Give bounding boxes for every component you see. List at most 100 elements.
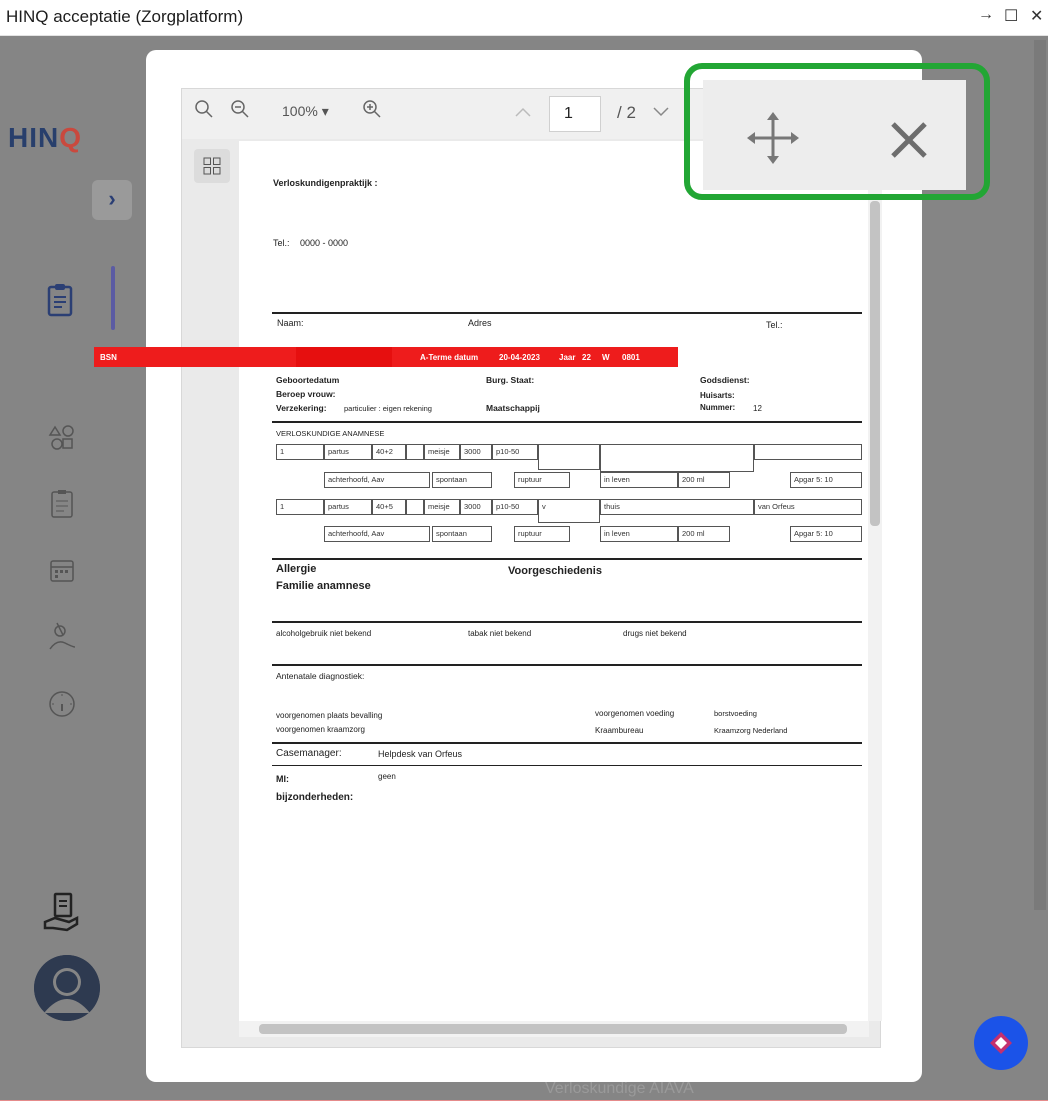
bottom-border — [0, 1100, 1048, 1111]
background-partial-text: Verloskundige AIAVA — [545, 1080, 694, 1097]
snap-window-button[interactable]: → — [978, 6, 994, 24]
previous-page-icon[interactable] — [514, 103, 532, 123]
table-cell: 40+5 — [372, 499, 406, 515]
table-cell: 200 ml — [678, 526, 730, 542]
practice-label: Verloskundigenpraktijk : — [273, 178, 378, 188]
table-cell: partus — [324, 444, 372, 460]
hand-document-icon[interactable] — [32, 888, 92, 938]
assistant-button[interactable] — [974, 1016, 1028, 1070]
maximize-button[interactable]: ☐ — [1004, 6, 1018, 26]
tel-value: 0000 - 0000 — [300, 238, 349, 248]
zoom-out-icon[interactable] — [230, 99, 250, 124]
casemanager-value: Helpdesk van Orfeus — [378, 749, 463, 759]
table-cell: 3000 — [460, 444, 492, 460]
app-scrollbar[interactable] — [1034, 40, 1046, 910]
table-cell — [754, 444, 862, 460]
table-cell: partus — [324, 499, 372, 515]
shapes-icon[interactable] — [42, 418, 82, 458]
redacted-field — [296, 347, 392, 367]
table-cell: in leven — [600, 472, 678, 488]
voeding-label: voorgenomen voeding — [595, 709, 675, 718]
zoom-in-icon[interactable] — [362, 99, 382, 124]
anamnese-title: VERLOSKUNDIGE ANAMNESE — [276, 429, 385, 438]
highlight-box — [684, 63, 990, 200]
thumbnails-button[interactable] — [194, 149, 230, 183]
vertical-scroll-thumb[interactable] — [870, 201, 880, 526]
band-a-terme: A-Terme datum — [420, 353, 479, 362]
huisarts-label: Huisarts: — [700, 391, 735, 400]
band-code: 0801 — [622, 353, 640, 362]
page-number-input[interactable]: 1 — [549, 96, 601, 132]
horizontal-scroll-thumb[interactable] — [259, 1024, 847, 1034]
vertical-scrollbar[interactable] — [868, 141, 882, 1021]
sidebar-expand-button[interactable]: › — [92, 180, 132, 220]
allergie-label: Allergie — [276, 563, 317, 575]
kraamzorg-label: voorgenomen kraamzorg — [276, 725, 365, 734]
table-cell: 3000 — [460, 499, 492, 515]
logo-mark: Q — [59, 122, 83, 153]
band-w: W — [602, 353, 610, 362]
logo-text: HIN — [8, 122, 60, 153]
familie-label: Familie anamnese — [276, 580, 371, 592]
table-cell: p10-50 — [492, 444, 538, 460]
doc-divider — [272, 742, 862, 744]
alcohol-text: alcoholgebruik niet bekend — [276, 629, 372, 638]
tel2-label: Tel.: — [766, 320, 783, 330]
beroep-vrouw-label: Beroep vrouw: — [276, 389, 336, 399]
sidebar-active-indicator — [111, 266, 115, 330]
close-window-button[interactable]: ✕ — [1030, 6, 1043, 26]
table-cell: spontaan — [432, 472, 492, 488]
table-cell: thuis — [600, 499, 754, 515]
voorgeschiedenis-label: Voorgeschiedenis — [508, 565, 602, 577]
burg-staat-label: Burg. Staat: — [486, 375, 535, 385]
table-cell — [600, 444, 754, 472]
nummer-label: Nummer: — [700, 403, 736, 412]
hinq-logo: HINQ — [8, 122, 82, 154]
table-cell: in leven — [600, 526, 678, 542]
band-jaar-value: 22 — [582, 353, 591, 362]
geboortedatum-label: Geboortedatum — [276, 375, 340, 385]
horizontal-scrollbar[interactable] — [239, 1021, 869, 1037]
band-date: 20-04-2023 — [499, 353, 540, 362]
doc-divider — [272, 558, 862, 560]
doc-divider — [272, 312, 862, 314]
table-cell: meisje — [424, 499, 460, 515]
casemanager-label: Casemanager: — [276, 748, 342, 759]
table-cell: v — [538, 499, 600, 523]
window-title: HINQ acceptatie (Zorgplatform) — [6, 7, 244, 26]
table-cell: achterhoofd, Aav — [324, 526, 430, 542]
verzekering-value: particulier : eigen rekening — [344, 404, 432, 413]
bijzonderheden-label: bijzonderheden: — [276, 792, 354, 803]
document-checklist-icon[interactable] — [42, 484, 82, 524]
lab-flask-icon[interactable] — [42, 616, 82, 656]
next-page-icon[interactable] — [652, 103, 670, 123]
maatschappij-label: Maatschappij — [486, 403, 540, 413]
window-titlebar: HINQ acceptatie (Zorgplatform) → ☐ ✕ — [0, 0, 1048, 36]
user-avatar[interactable] — [34, 955, 100, 1021]
speedometer-icon[interactable] — [42, 684, 82, 724]
doc-divider — [272, 621, 862, 623]
search-icon[interactable] — [194, 99, 214, 124]
kraambureau-value: Kraamzorg Nederland — [714, 726, 788, 735]
antenatale-label: Antenatale diagnostiek: — [276, 671, 365, 681]
table-cell: achterhoofd, Aav — [324, 472, 430, 488]
table-cell: van Orfeus — [754, 499, 862, 515]
table-cell: ruptuur — [514, 472, 570, 488]
naam-label: Naam: — [277, 318, 304, 328]
verzekering-label: Verzekering: — [276, 403, 327, 413]
godsdienst-label: Godsdienst: — [700, 375, 750, 385]
table-cell: ruptuur — [514, 526, 570, 542]
table-cell: 1 — [276, 444, 324, 460]
table-cell: p10-50 — [492, 499, 538, 515]
plaats-bevalling-label: voorgenomen plaats bevalling — [276, 711, 383, 720]
mi-label: MI: — [276, 774, 289, 784]
table-cell: meisje — [424, 444, 460, 460]
zoom-level-dropdown[interactable]: 100% ▾ — [282, 103, 329, 120]
table-cell — [406, 444, 424, 460]
calendar-icon[interactable] — [42, 550, 82, 590]
doc-divider — [272, 664, 862, 666]
clipboard-icon[interactable] — [40, 280, 80, 320]
tabak-text: tabak niet bekend — [468, 629, 532, 638]
table-cell — [538, 444, 600, 470]
table-cell: 1 — [276, 499, 324, 515]
